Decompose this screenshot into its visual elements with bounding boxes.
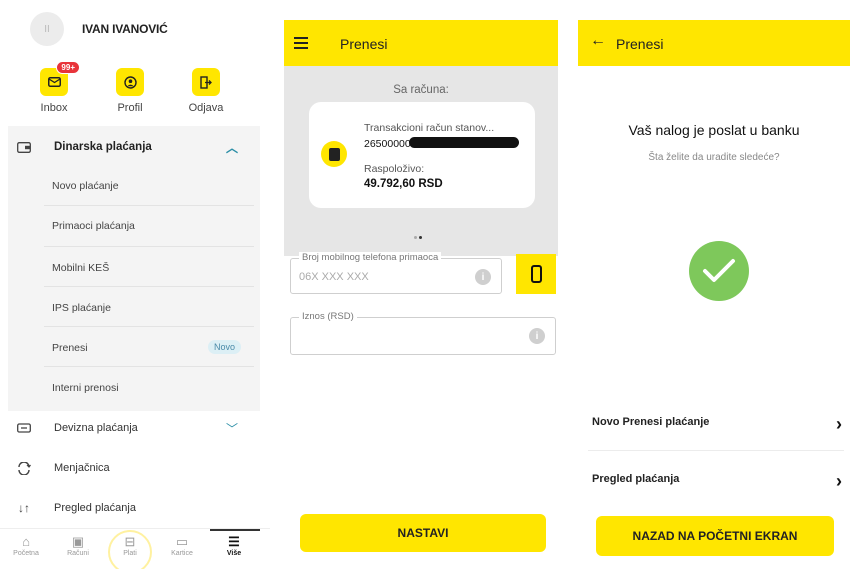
divider bbox=[44, 366, 254, 367]
contacts-button[interactable] bbox=[516, 254, 556, 294]
accounts-icon: ▣ bbox=[71, 534, 85, 549]
phone-field[interactable]: Broj mobilnog telefona primaoca 06X XXX … bbox=[290, 252, 502, 294]
menu-item-label: Menjačnica bbox=[54, 462, 110, 474]
nav-label: Više bbox=[226, 550, 242, 557]
amount-field[interactable]: Iznos (RSD) i bbox=[290, 311, 556, 355]
chevron-up-icon[interactable]: ︿ bbox=[226, 139, 238, 156]
submenu-interni-prenosi[interactable]: Interni prenosi bbox=[52, 382, 119, 394]
available-label: Raspoloživo: bbox=[364, 163, 425, 175]
account-card[interactable]: Transakcioni račun stanov... 265000000 R… bbox=[309, 102, 535, 208]
submenu-mobilni-kes[interactable]: Mobilni KEŠ bbox=[52, 262, 109, 274]
active-tab-indicator bbox=[210, 529, 260, 531]
logout-label: Odjava bbox=[188, 102, 224, 114]
wallet-icon bbox=[16, 140, 32, 154]
home-button[interactable]: NAZAD NA POČETNI EKRAN bbox=[596, 516, 834, 556]
logout-button[interactable]: Odjava bbox=[176, 68, 236, 114]
transfer-form-panel: Prenesi Sa računa: Transakcioni račun st… bbox=[284, 20, 558, 569]
success-heading: Vaš nalog je poslat u banku bbox=[628, 122, 800, 138]
available-amount: 49.792,60 RSD bbox=[364, 178, 443, 190]
info-icon[interactable]: i bbox=[529, 328, 545, 344]
divider bbox=[588, 450, 844, 451]
nav-label: Plati bbox=[123, 550, 137, 557]
nav-racuni[interactable]: ▣ Računi bbox=[56, 534, 100, 557]
chevron-down-icon[interactable]: ﹀ bbox=[226, 420, 238, 437]
menu-icon: ☰ bbox=[228, 534, 240, 549]
carousel-dots[interactable] bbox=[414, 226, 424, 244]
inbox-button[interactable]: 99+ Inbox bbox=[24, 61, 84, 114]
user-name: IVAN IVANOVIĆ bbox=[82, 22, 168, 36]
submenu-prenesi[interactable]: Prenesi bbox=[52, 342, 88, 354]
submenu-primaoci[interactable]: Primaoci plaćanja bbox=[52, 220, 135, 232]
phone-placeholder: 06X XXX XXX bbox=[299, 271, 369, 283]
card-icon: ▭ bbox=[175, 534, 189, 549]
app-header: Prenesi bbox=[284, 20, 558, 66]
payment-overview-link[interactable]: Pregled plaćanja › bbox=[592, 471, 842, 491]
chevron-right-icon: › bbox=[836, 414, 842, 434]
menu-item-devizna[interactable]: Devizna plaćanja ﹀ bbox=[8, 420, 260, 437]
divider bbox=[44, 326, 254, 327]
sort-arrows-icon: ↓↑ bbox=[18, 501, 30, 515]
menu-panel: II IVAN IVANOVIĆ 99+ Inbox Profil Odjava… bbox=[0, 0, 270, 569]
profile-label: Profil bbox=[117, 102, 143, 114]
continue-button[interactable]: NASTAVI bbox=[300, 514, 546, 552]
inbox-count-badge: 99+ bbox=[56, 61, 80, 74]
home-icon: ⌂ bbox=[22, 534, 30, 549]
nav-kartice[interactable]: ▭ Kartice bbox=[160, 534, 204, 557]
nav-plati[interactable]: ⊟ Plati bbox=[108, 534, 152, 557]
new-transfer-link[interactable]: Novo Prenesi plaćanje › bbox=[592, 414, 842, 434]
profile-button[interactable]: Profil bbox=[100, 68, 160, 114]
divider bbox=[44, 205, 254, 206]
info-icon[interactable]: i bbox=[475, 269, 491, 285]
submenu-ips[interactable]: IPS plaćanje bbox=[52, 302, 111, 314]
from-account-label: Sa računa: bbox=[393, 84, 449, 96]
menu-item-label: Dinarska plaćanja bbox=[54, 141, 152, 153]
menu-item-dinarska[interactable]: Dinarska plaćanja ︿ bbox=[8, 139, 260, 156]
page-title: Prenesi bbox=[340, 36, 388, 52]
nav-label: Kartice bbox=[171, 550, 193, 557]
hamburger-icon[interactable] bbox=[294, 37, 308, 52]
dinarska-submenu bbox=[8, 126, 260, 411]
redaction-bar bbox=[409, 137, 519, 148]
app-header: ← Prenesi bbox=[578, 20, 850, 66]
account-name: Transakcioni račun stanov... bbox=[364, 122, 495, 134]
profile-icon bbox=[123, 75, 137, 89]
menu-item-label: Pregled plaćanja bbox=[54, 502, 136, 514]
success-subheading: Šta želite da uradite sledeće? bbox=[648, 152, 780, 163]
mail-icon bbox=[47, 77, 61, 87]
user-header[interactable]: II IVAN IVANOVIĆ bbox=[30, 12, 168, 46]
chevron-right-icon: › bbox=[836, 471, 842, 491]
exchange-icon bbox=[16, 461, 32, 475]
divider bbox=[44, 246, 254, 247]
phone-label: Broj mobilnog telefona primaoca bbox=[299, 252, 442, 263]
nav-label: Početna bbox=[13, 550, 39, 557]
new-badge: Novo bbox=[208, 340, 242, 354]
nav-label: Računi bbox=[67, 550, 89, 557]
menu-item-pregled[interactable]: ↓↑ Pregled plaćanja bbox=[8, 501, 260, 515]
nav-vise[interactable]: ☰ Više bbox=[212, 534, 256, 557]
account-icon bbox=[321, 141, 347, 167]
divider bbox=[44, 286, 254, 287]
avatar: II bbox=[30, 12, 64, 46]
menu-item-label: Devizna plaćanja bbox=[54, 422, 138, 434]
link-label: Pregled plaćanja bbox=[592, 473, 680, 485]
link-label: Novo Prenesi plaćanje bbox=[592, 416, 710, 428]
submenu-novo-placanje[interactable]: Novo plaćanje bbox=[52, 180, 119, 192]
pay-icon: ⊟ bbox=[124, 534, 136, 549]
back-arrow-icon[interactable]: ← bbox=[590, 32, 606, 50]
page-title: Prenesi bbox=[616, 36, 664, 52]
nav-pocetna[interactable]: ⌂ Početna bbox=[4, 534, 48, 557]
menu-item-menjacnica[interactable]: Menjačnica bbox=[8, 461, 260, 475]
phone-icon bbox=[530, 265, 542, 283]
currency-exchange-icon bbox=[16, 421, 32, 435]
amount-label: Iznos (RSD) bbox=[299, 311, 357, 322]
success-check-icon bbox=[689, 241, 749, 301]
inbox-label: Inbox bbox=[40, 102, 68, 114]
success-panel: ← Prenesi Vaš nalog je poslat u banku Št… bbox=[578, 20, 850, 569]
logout-icon bbox=[200, 75, 212, 89]
